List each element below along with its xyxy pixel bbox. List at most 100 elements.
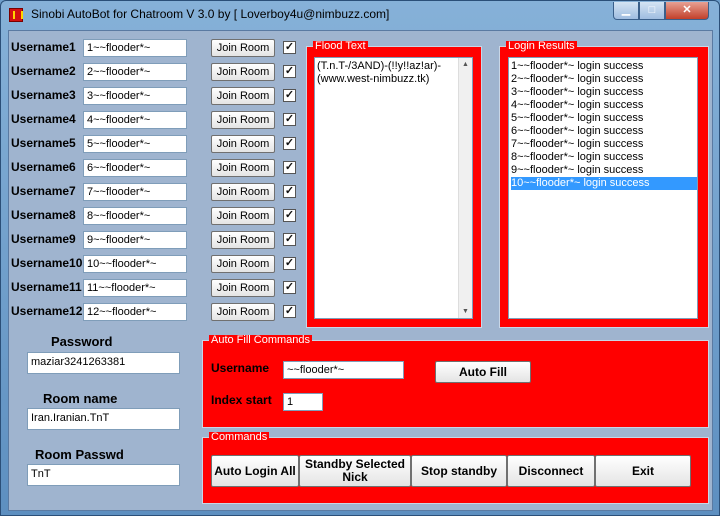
username-checkbox[interactable]: ✓: [283, 185, 296, 198]
exit-button[interactable]: Exit: [595, 455, 691, 487]
password-input[interactable]: maziar3241263381: [27, 352, 180, 374]
username-input[interactable]: 1~~flooder*~: [83, 39, 187, 57]
username-input[interactable]: 7~~flooder*~: [83, 183, 187, 201]
auto-fill-button[interactable]: Auto Fill: [435, 361, 531, 383]
login-result-item[interactable]: 5~~flooder*~ login success: [511, 112, 643, 125]
flood-text-line: (T.n.T-/3AND)-(!!y!!az!ar)-: [317, 60, 442, 72]
login-result-item[interactable]: 9~~flooder*~ login success: [511, 164, 643, 177]
flood-text-title: Flood Text: [313, 40, 368, 52]
login-result-item[interactable]: 6~~flooder*~ login success: [511, 125, 643, 138]
username-input[interactable]: 3~~flooder*~: [83, 87, 187, 105]
join-room-button[interactable]: Join Room: [211, 111, 275, 129]
login-result-item[interactable]: 8~~flooder*~ login success: [511, 151, 643, 164]
username-input[interactable]: 11~~flooder*~: [83, 279, 187, 297]
username-label: Username4: [11, 112, 76, 126]
username-label: Username9: [11, 232, 76, 246]
username-input[interactable]: 8~~flooder*~: [83, 207, 187, 225]
app-icon[interactable]: [9, 8, 23, 22]
close-icon: ✕: [682, 4, 692, 16]
username-checkbox[interactable]: ✓: [283, 209, 296, 222]
auto-fill-title: Auto Fill Commands: [209, 334, 313, 346]
username-label: Username8: [11, 208, 76, 222]
login-result-item[interactable]: 4~~flooder*~ login success: [511, 99, 643, 112]
username-checkbox[interactable]: ✓: [283, 305, 296, 318]
login-result-item[interactable]: 2~~flooder*~ login success: [511, 73, 643, 86]
scroll-down-icon[interactable]: ▼: [462, 308, 469, 315]
username-checkbox[interactable]: ✓: [283, 161, 296, 174]
login-result-item[interactable]: 1~~flooder*~ login success: [511, 60, 643, 73]
login-result-item[interactable]: 3~~flooder*~ login success: [511, 86, 643, 99]
flood-text-group: Flood Text (T.n.T-/3AND)-(!!y!!az!ar)- (…: [306, 41, 482, 328]
username-checkbox[interactable]: ✓: [283, 41, 296, 54]
username-input[interactable]: 9~~flooder*~: [83, 231, 187, 249]
minimize-icon: ▁: [621, 4, 631, 16]
username-input[interactable]: 10~~flooder*~: [83, 255, 187, 273]
username-label: Username3: [11, 88, 76, 102]
minimize-button[interactable]: ▁: [613, 2, 639, 20]
join-room-button[interactable]: Join Room: [211, 207, 275, 225]
username-checkbox[interactable]: ✓: [283, 233, 296, 246]
auto-fill-username-label: Username: [211, 361, 270, 375]
join-room-button[interactable]: Join Room: [211, 159, 275, 177]
flood-text-line: (www.west-nimbuzz.tk): [317, 73, 430, 85]
window-title: Sinobi AutoBot for Chatroom V 3.0 by [ L…: [31, 7, 390, 21]
username-label: Username7: [11, 184, 76, 198]
join-room-button[interactable]: Join Room: [211, 39, 275, 57]
join-room-button[interactable]: Join Room: [211, 63, 275, 81]
username-input[interactable]: 6~~flooder*~: [83, 159, 187, 177]
join-room-button[interactable]: Join Room: [211, 255, 275, 273]
login-result-item-selected[interactable]: 10~~flooder*~ login success: [511, 177, 697, 190]
username-label: Username6: [11, 160, 76, 174]
maximize-icon: □: [648, 4, 656, 16]
title-bar[interactable]: Sinobi AutoBot for Chatroom V 3.0 by [ L…: [1, 1, 719, 29]
maximize-button[interactable]: □: [639, 2, 665, 20]
join-room-button[interactable]: Join Room: [211, 87, 275, 105]
username-label: Username11: [11, 280, 82, 294]
join-room-button[interactable]: Join Room: [211, 231, 275, 249]
password-label: Password: [51, 334, 113, 349]
join-room-button[interactable]: Join Room: [211, 135, 275, 153]
auto-fill-username-input[interactable]: ~~flooder*~: [283, 361, 404, 379]
commands-title: Commands: [209, 431, 270, 443]
username-checkbox[interactable]: ✓: [283, 65, 296, 78]
client-area: Username1 1~~flooder*~ Join Room ✓ Username2…: [8, 30, 713, 511]
username-checkbox[interactable]: ✓: [283, 257, 296, 270]
username-input[interactable]: 12~~flooder*~: [83, 303, 187, 321]
scroll-up-icon[interactable]: ▲: [462, 61, 469, 68]
username-label: Username1: [11, 40, 76, 54]
join-room-button[interactable]: Join Room: [211, 303, 275, 321]
username-checkbox[interactable]: ✓: [283, 89, 296, 102]
username-input[interactable]: 2~~flooder*~: [83, 63, 187, 81]
login-result-item[interactable]: 7~~flooder*~ login success: [511, 138, 643, 151]
auto-login-all-button[interactable]: Auto Login All: [211, 455, 299, 487]
username-label: Username10: [11, 256, 83, 270]
close-button[interactable]: ✕: [665, 2, 709, 20]
username-checkbox[interactable]: ✓: [283, 113, 296, 126]
room-name-input[interactable]: Iran.Iranian.TnT: [27, 408, 180, 430]
username-label: Username5: [11, 136, 76, 150]
login-results-list[interactable]: 1~~flooder*~ login success 2~~flooder*~ l…: [508, 57, 698, 319]
room-name-label: Room name: [43, 391, 118, 406]
join-room-button[interactable]: Join Room: [211, 279, 275, 297]
username-label: Username12: [11, 304, 83, 318]
index-start-input[interactable]: 1: [283, 393, 323, 411]
app-window: Sinobi AutoBot for Chatroom V 3.0 by [ L…: [0, 0, 720, 516]
login-results-group: Login Results 1~~flooder*~ login success…: [499, 41, 709, 328]
username-label: Username2: [11, 64, 76, 78]
join-room-button[interactable]: Join Room: [211, 183, 275, 201]
auto-fill-group: Auto Fill Commands Username ~~flooder*~ …: [202, 335, 709, 428]
stop-standby-button[interactable]: Stop standby: [411, 455, 507, 487]
index-start-label: Index start: [211, 393, 272, 407]
flood-text-scrollbar[interactable]: ▲ ▼: [458, 58, 472, 318]
username-checkbox[interactable]: ✓: [283, 137, 296, 150]
login-results-title: Login Results: [506, 40, 577, 52]
room-passwd-input[interactable]: TnT: [27, 464, 180, 486]
flood-text-area[interactable]: (T.n.T-/3AND)-(!!y!!az!ar)- (www.west-ni…: [314, 57, 473, 319]
standby-label-line2: Nick: [342, 470, 368, 484]
username-input[interactable]: 4~~flooder*~: [83, 111, 187, 129]
username-checkbox[interactable]: ✓: [283, 281, 296, 294]
standby-selected-nick-button[interactable]: Standby Selected Nick: [299, 455, 411, 487]
room-passwd-label: Room Passwd: [35, 447, 124, 462]
username-input[interactable]: 5~~flooder*~: [83, 135, 187, 153]
disconnect-button[interactable]: Disconnect: [507, 455, 595, 487]
